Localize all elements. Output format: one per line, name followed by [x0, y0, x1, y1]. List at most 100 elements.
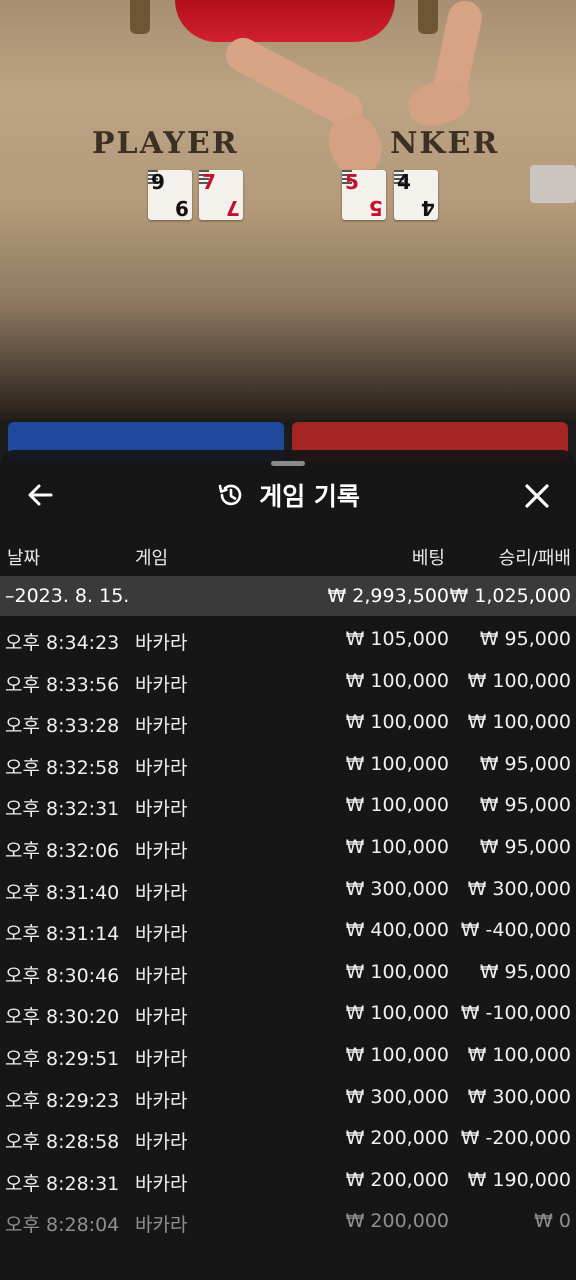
card-shoe	[530, 165, 576, 203]
row-result: ₩ 95,000	[479, 752, 571, 775]
table-row[interactable]: 오후 8:28:58 바카라 ₩ 200,000 ₩ -200,000	[0, 1117, 576, 1159]
row-bet: ₩ 200,000	[345, 1127, 449, 1150]
row-game: 바카라	[135, 881, 188, 904]
row-game: 바카라	[135, 1047, 188, 1070]
row-result: ₩ -400,000	[460, 919, 571, 942]
row-bet: ₩ 200,000	[345, 1210, 449, 1233]
row-time: 오후 8:29:51	[5, 1047, 120, 1070]
table-row[interactable]: 오후 8:32:58 바카라 ₩ 100,000 ₩ 95,000	[0, 743, 576, 785]
dealer-dress	[175, 0, 395, 42]
table-row[interactable]: 오후 8:30:46 바카라 ₩ 100,000 ₩ 95,000	[0, 951, 576, 993]
live-video-feed: PLAYER NKER 9 9 7 7 5 5 4 4	[0, 0, 576, 460]
row-bet: ₩ 100,000	[345, 711, 449, 734]
close-button[interactable]	[519, 478, 555, 514]
row-game: 바카라	[135, 632, 188, 654]
table-row[interactable]: 오후 8:28:04 바카라 ₩ 200,000 ₩ 0	[0, 1200, 576, 1242]
game-history-sheet: 게임 기록 날짜 게임 베팅 승리/패배 –2023. 8. 15. ₩ 2,9…	[0, 450, 576, 1280]
close-icon	[525, 484, 549, 508]
row-time: 오후 8:28:58	[5, 1131, 120, 1154]
row-result: ₩ 300,000	[467, 1085, 571, 1108]
table-row[interactable]: 오후 8:33:28 바카라 ₩ 100,000 ₩ 100,000	[0, 701, 576, 743]
row-time: 오후 8:33:28	[5, 715, 120, 738]
row-time: 오후 8:30:20	[5, 1006, 120, 1029]
date-summary-row[interactable]: –2023. 8. 15. ₩ 2,993,500 ₩ 1,025,000	[0, 576, 576, 616]
table-row[interactable]: 오후 8:32:06 바카라 ₩ 100,000 ₩ 95,000	[0, 826, 576, 868]
chair-right	[418, 0, 438, 34]
row-time: 오후 8:28:31	[5, 1172, 120, 1195]
row-bet: ₩ 100,000	[345, 669, 449, 692]
page-title: 게임 기록	[259, 482, 360, 511]
row-game: 바카라	[135, 798, 188, 821]
table-row[interactable]: 오후 8:30:20 바카라 ₩ 100,000 ₩ -100,000	[0, 992, 576, 1034]
player-card-2: 7 7	[199, 170, 243, 220]
row-game: 바카라	[135, 1006, 188, 1029]
table-row[interactable]: 오후 8:34:23 바카라 ₩ 105,000 ₩ 95,000	[0, 618, 576, 660]
row-bet: ₩ 100,000	[345, 794, 449, 817]
row-time: 오후 8:30:46	[5, 964, 120, 987]
row-time: 오후 8:28:04	[5, 1214, 120, 1237]
row-time: 오후 8:32:58	[5, 756, 120, 779]
table-row[interactable]: 오후 8:28:31 바카라 ₩ 200,000 ₩ 190,000	[0, 1159, 576, 1201]
row-result: ₩ 0	[534, 1210, 571, 1233]
row-time: 오후 8:33:56	[5, 673, 120, 696]
row-time: 오후 8:32:06	[5, 839, 120, 862]
column-header-date: 날짜	[7, 548, 41, 569]
row-time: 오후 8:32:31	[5, 798, 120, 821]
row-time: 오후 8:29:23	[5, 1089, 120, 1112]
row-bet: ₩ 400,000	[345, 919, 449, 942]
banker-card-1: 5 5	[342, 170, 386, 220]
table-row[interactable]: 오후 8:29:23 바카라 ₩ 300,000 ₩ 300,000	[0, 1076, 576, 1118]
table-header: 날짜 게임 베팅 승리/패배	[0, 540, 576, 574]
summary-bet-total: ₩ 2,993,500	[327, 585, 449, 607]
history-list: 오후 8:34:23 바카라 ₩ 105,000 ₩ 95,000 오후 8:33:5…	[0, 618, 576, 1242]
row-game: 바카라	[135, 923, 188, 946]
column-header-bet: 베팅	[411, 548, 445, 569]
row-bet: ₩ 100,000	[345, 1043, 449, 1066]
row-bet: ₩ 105,000	[345, 628, 449, 650]
row-result: ₩ 300,000	[467, 877, 571, 900]
row-game: 바카라	[135, 756, 188, 779]
row-result: ₩ 95,000	[479, 794, 571, 817]
row-result: ₩ 190,000	[467, 1168, 571, 1191]
row-time: 오후 8:31:40	[5, 881, 120, 904]
table-row[interactable]: 오후 8:31:14 바카라 ₩ 400,000 ₩ -400,000	[0, 909, 576, 951]
row-result: ₩ 95,000	[479, 960, 571, 983]
row-game: 바카라	[135, 1172, 188, 1195]
sheet-header: 게임 기록	[0, 477, 576, 513]
banker-card-2: 4 4	[394, 170, 438, 220]
row-bet: ₩ 100,000	[345, 835, 449, 858]
summary-result-total: ₩ 1,025,000	[449, 585, 571, 607]
row-game: 바카라	[135, 1214, 188, 1237]
row-bet: ₩ 100,000	[345, 752, 449, 775]
chair-left	[130, 0, 150, 34]
row-result: ₩ 95,000	[479, 835, 571, 858]
row-bet: ₩ 100,000	[345, 1002, 449, 1025]
row-game: 바카라	[135, 1089, 188, 1112]
row-bet: ₩ 300,000	[345, 1085, 449, 1108]
row-game: 바카라	[135, 715, 188, 738]
row-result: ₩ -200,000	[460, 1127, 571, 1150]
row-time: 오후 8:31:14	[5, 923, 120, 946]
row-time: 오후 8:34:23	[5, 632, 120, 654]
row-game: 바카라	[135, 673, 188, 696]
summary-date: –2023. 8. 15.	[5, 585, 130, 607]
row-result: ₩ 95,000	[479, 628, 571, 650]
row-game: 바카라	[135, 839, 188, 862]
player-card-1: 9 9	[148, 170, 192, 220]
row-bet: ₩ 100,000	[345, 960, 449, 983]
column-header-game: 게임	[135, 548, 169, 569]
row-bet: ₩ 200,000	[345, 1168, 449, 1191]
row-result: ₩ -100,000	[460, 1002, 571, 1025]
player-table-label: PLAYER	[92, 126, 239, 161]
table-row[interactable]: 오후 8:32:31 바카라 ₩ 100,000 ₩ 95,000	[0, 784, 576, 826]
history-icon	[218, 484, 242, 506]
row-result: ₩ 100,000	[467, 711, 571, 734]
row-bet: ₩ 300,000	[345, 877, 449, 900]
table-row[interactable]: 오후 8:31:40 바카라 ₩ 300,000 ₩ 300,000	[0, 868, 576, 910]
table-row[interactable]: 오후 8:29:51 바카라 ₩ 100,000 ₩ 100,000	[0, 1034, 576, 1076]
row-result: ₩ 100,000	[467, 669, 571, 692]
row-game: 바카라	[135, 964, 188, 987]
sheet-drag-handle[interactable]	[271, 461, 305, 466]
row-game: 바카라	[135, 1131, 188, 1154]
table-row[interactable]: 오후 8:33:56 바카라 ₩ 100,000 ₩ 100,000	[0, 660, 576, 702]
